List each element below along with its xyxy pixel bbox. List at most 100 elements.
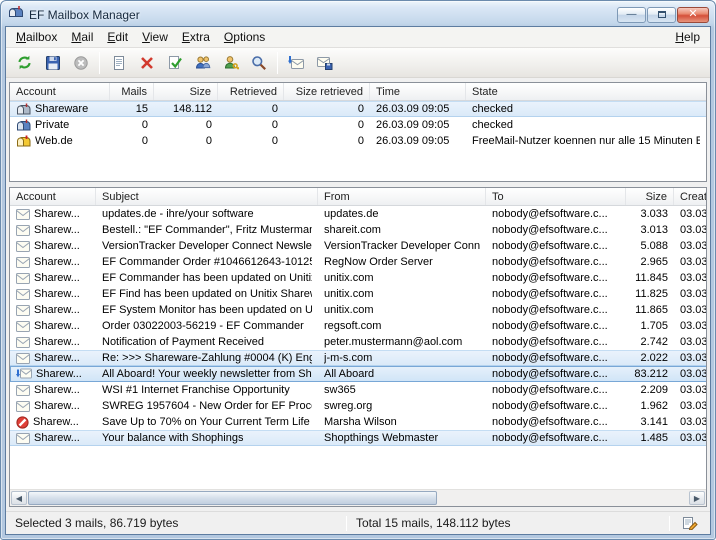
maximize-button[interactable]: [647, 7, 676, 23]
menu-options[interactable]: Options: [217, 28, 272, 46]
mail-row[interactable]: Sharew... Bestell.: "EF Commander", Fritz…: [10, 222, 706, 238]
find-button[interactable]: [245, 50, 272, 76]
cell: 03.03.09: [674, 272, 706, 284]
column-header-retrieved[interactable]: Retrieved: [218, 83, 284, 100]
mail-row[interactable]: Sharew...updates.de - ihre/your software…: [10, 206, 706, 222]
scrollbar-thumb[interactable]: [28, 491, 437, 505]
menu-mail[interactable]: Mail: [64, 28, 100, 46]
column-header-size[interactable]: Size: [626, 188, 674, 205]
cell: EF Find has been updated on Unitix Share…: [96, 288, 318, 300]
mail-row[interactable]: Sharew...WSI #1 Internet Franchise Oppor…: [10, 382, 706, 398]
accounts-button[interactable]: [189, 50, 216, 76]
cell-text: checked: [472, 103, 513, 115]
export-mail-button[interactable]: [311, 50, 338, 76]
column-header-account[interactable]: Account: [10, 83, 110, 100]
scrollbar-track[interactable]: [28, 491, 688, 505]
account-row[interactable]: Web.de000026.03.09 09:05FreeMail-Nutzer …: [10, 133, 706, 149]
cell: 03.03.09: [674, 320, 706, 332]
cell-text: unitix.com: [324, 272, 374, 284]
column-header-created[interactable]: Created: [674, 188, 706, 205]
account-row[interactable]: Shareware15148.1120026.03.09 09:05checke…: [10, 101, 706, 117]
cell-text: checked: [472, 119, 513, 131]
column-header-mails[interactable]: Mails: [110, 83, 154, 100]
mailbox-blue-icon: [16, 119, 31, 132]
cell: nobody@efsoftware.c...: [486, 224, 626, 236]
mail-row[interactable]: Sharew...Re: >>> Shareware-Zahlung #0004…: [10, 350, 706, 366]
column-header-to[interactable]: To: [486, 188, 626, 205]
mail-row[interactable]: Sharew...All Aboard! Your weekly newslet…: [10, 366, 706, 382]
mail-row[interactable]: Sharew... VersionTracker Developer Connec…: [10, 238, 706, 254]
mail-icon: [16, 305, 30, 316]
menu-extra[interactable]: Extra: [175, 28, 217, 46]
status-bar: Selected 3 mails, 86.719 bytes Total 15 …: [6, 511, 710, 534]
delete-mail-button[interactable]: [133, 50, 160, 76]
mail-row[interactable]: Sharew...EF System Monitor has been upda…: [10, 302, 706, 318]
cell-text: Sharew...: [34, 240, 80, 252]
mail-row[interactable]: Sharew... Your balance with Shophings Shop…: [10, 430, 706, 446]
titlebar[interactable]: EF Mailbox Manager — ✕: [5, 1, 711, 26]
check-mail-button[interactable]: [11, 50, 38, 76]
cell: RegNow Order Server: [318, 256, 486, 268]
account-row[interactable]: Private000026.03.09 09:05checked: [10, 117, 706, 133]
cell-text: Sharew...: [34, 432, 80, 444]
mail-row[interactable]: Sharew...Save Up to 70% on Your Current …: [10, 414, 706, 430]
scroll-right-arrow[interactable]: ▶: [689, 491, 705, 505]
mail-row[interactable]: Sharew...EF Find has been updated on Uni…: [10, 286, 706, 302]
column-header-account[interactable]: Account: [10, 188, 96, 205]
cell: 2.022: [626, 352, 674, 364]
cell-text: Sharew...: [34, 336, 80, 348]
mail-icon: [16, 257, 30, 268]
cell-text: peter.mustermann@aol.com: [324, 336, 462, 348]
cell: Sharew...: [10, 320, 96, 332]
mail-row[interactable]: Sharew...EF Commander Order #1046612643-…: [10, 254, 706, 270]
address-book-button[interactable]: [217, 50, 244, 76]
scroll-left-arrow[interactable]: ◀: [11, 491, 27, 505]
mail-save-icon: [316, 55, 333, 70]
mail-row[interactable]: Sharew...Notification of Payment Receive…: [10, 334, 706, 350]
cell-text: Bestell.: "EF Commander", Fritz Musterma…: [102, 224, 312, 236]
mail-icon: [16, 433, 30, 444]
menu-view[interactable]: View: [135, 28, 175, 46]
cell: j-m-s.com: [318, 352, 486, 364]
cell: 0: [218, 135, 284, 147]
column-header-size[interactable]: Size: [154, 83, 218, 100]
menu-edit[interactable]: Edit: [100, 28, 135, 46]
column-header-from[interactable]: From: [318, 188, 486, 205]
log-icon[interactable]: [670, 512, 710, 534]
cell-text: 03.03.09: [680, 416, 706, 428]
cell: Sharew...: [10, 224, 96, 236]
horizontal-scrollbar[interactable]: ◀ ▶: [10, 489, 706, 506]
cell: Save Up to 70% on Your Current Term Life…: [96, 416, 318, 428]
column-header-state[interactable]: State: [466, 83, 706, 100]
column-header-subject[interactable]: Subject: [96, 188, 318, 205]
stop-button[interactable]: [67, 50, 94, 76]
menu-mailbox[interactable]: Mailbox: [9, 28, 64, 46]
mail-row[interactable]: Sharew...Order 03022003-56219 - EF Comma…: [10, 318, 706, 334]
cell: peter.mustermann@aol.com: [318, 336, 486, 348]
cell: Sharew...: [10, 432, 96, 444]
window-title: EF Mailbox Manager: [29, 8, 617, 22]
cell-text: 0: [206, 135, 212, 147]
cell-text: Shopthings Webmaster: [324, 432, 438, 444]
mark-mail-button[interactable]: [161, 50, 188, 76]
close-button[interactable]: ✕: [677, 7, 709, 23]
cell-text: 03.03.09: [680, 432, 706, 444]
preview-mail-button[interactable]: [105, 50, 132, 76]
cell: VersionTracker Developer Connect Newslet…: [96, 240, 318, 252]
cell: 0: [284, 103, 370, 115]
retrieve-mail-button[interactable]: [283, 50, 310, 76]
column-header-size-retrieved[interactable]: Size retrieved: [284, 83, 370, 100]
cell: unitix.com: [318, 288, 486, 300]
cell: Your balance with Shophings: [96, 432, 318, 444]
column-header-time[interactable]: Time: [370, 83, 466, 100]
refresh-icon: [16, 54, 33, 71]
mail-row[interactable]: Sharew...SWREG 1957604 - New Order for E…: [10, 398, 706, 414]
save-button[interactable]: [39, 50, 66, 76]
mail-icon: [16, 337, 30, 348]
menu-help[interactable]: Help: [668, 28, 707, 46]
minimize-button[interactable]: —: [617, 7, 646, 23]
menu-items: MailboxMailEditViewExtraOptions: [9, 28, 272, 46]
mail-row[interactable]: Sharew...EF Commander has been updated o…: [10, 270, 706, 286]
cell: checked: [466, 119, 706, 131]
cell-text: 11.865: [635, 304, 668, 316]
